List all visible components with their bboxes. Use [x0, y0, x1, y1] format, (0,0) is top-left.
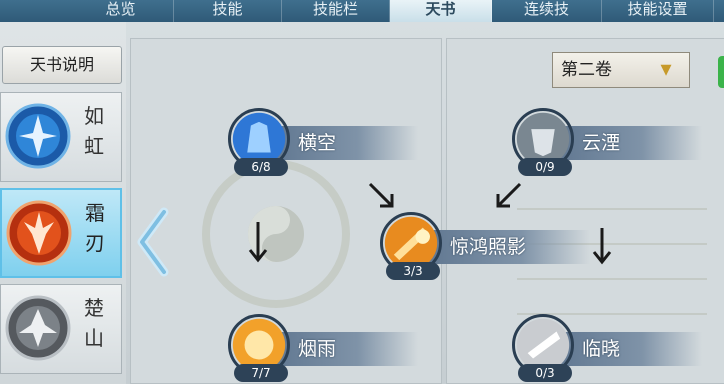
tab-tianshu[interactable]: 天书: [390, 0, 492, 22]
skill-name: 惊鸿照影: [450, 236, 527, 258]
tab-skill-settings[interactable]: 技能设置: [602, 0, 714, 22]
side-tab-handle[interactable]: [718, 56, 724, 88]
skill-name: 横空: [298, 132, 337, 154]
school-shuangren[interactable]: 霜 刃: [0, 188, 122, 278]
tianshu-description-button[interactable]: 天书说明: [2, 46, 122, 84]
tab-skill-bar[interactable]: 技能栏: [282, 0, 390, 22]
school-name: 霜 刃: [85, 201, 105, 255]
chevron-down-icon: ▾: [660, 57, 672, 82]
tab-combo[interactable]: 连续技: [492, 0, 602, 22]
down-arrow-icon: [592, 228, 612, 265]
tab-bar-ornament: [0, 0, 68, 22]
previous-page-arrow-icon[interactable]: [134, 206, 170, 278]
shuangren-emblem-icon: [6, 200, 72, 266]
skill-name: 云湮: [582, 132, 621, 154]
school-chushan[interactable]: 楚 山: [0, 284, 122, 374]
tianshu-panel: 第二卷 ▾: [126, 22, 724, 384]
tab-bar: 总览 技能 技能栏 天书 连续技 技能设置: [0, 0, 724, 22]
skill-level: 3/3: [386, 262, 440, 280]
down-left-arrow-icon: [496, 182, 522, 208]
school-ruhong[interactable]: 如 虹: [0, 92, 122, 182]
down-right-arrow-icon: [368, 182, 394, 208]
volume-select[interactable]: 第二卷 ▾: [552, 52, 690, 88]
chushan-emblem-icon: [5, 295, 71, 361]
taiji-decoration-icon: [202, 160, 350, 308]
tab-skills[interactable]: 技能: [174, 0, 282, 22]
skill-name: 烟雨: [298, 338, 337, 360]
skill-level: 0/9: [518, 158, 572, 176]
school-name: 楚 山: [84, 296, 104, 350]
school-name: 如 虹: [84, 104, 104, 158]
tab-overview[interactable]: 总览: [68, 0, 174, 22]
ruhong-emblem-icon: [5, 103, 71, 169]
skill-level: 7/7: [234, 364, 288, 382]
skill-level: 0/3: [518, 364, 572, 382]
down-arrow-icon: [248, 222, 268, 263]
skill-level: 6/8: [234, 158, 288, 176]
school-sidebar: 天书说明 如 虹 霜 刃 楚 山: [0, 22, 126, 384]
skill-name: 临晓: [582, 338, 621, 360]
